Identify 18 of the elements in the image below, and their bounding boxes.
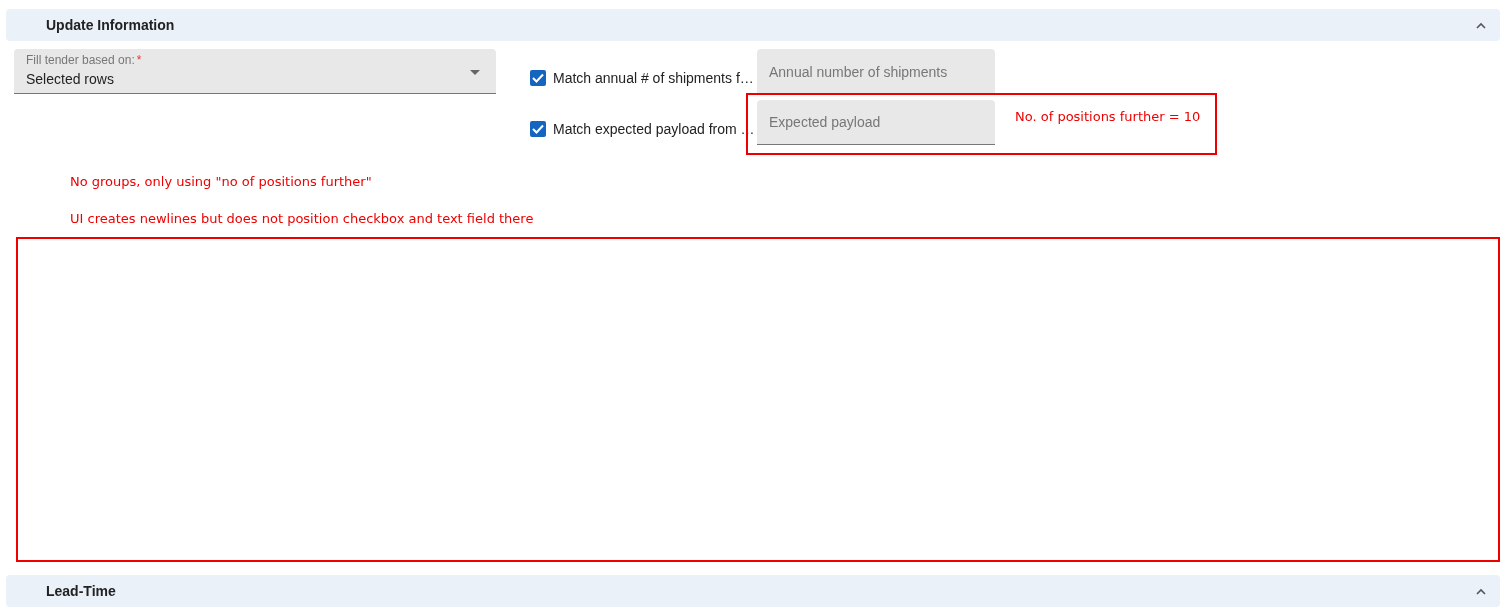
text-field[interactable]: Annual number of shipments	[757, 49, 995, 94]
chevron-up-icon[interactable]	[1476, 587, 1486, 595]
select-label: Fill tender based on: *	[26, 53, 143, 67]
checkbox[interactable]	[530, 70, 546, 86]
section-header[interactable]: Update Information	[6, 9, 1500, 41]
chevron-up-icon[interactable]	[1476, 21, 1486, 29]
checkbox-label: Match annual # of shipments f…	[553, 70, 754, 86]
select-value: Selected rows	[26, 71, 114, 87]
annotation-text: UI creates newlines but does not position checkbox and text field there	[70, 211, 535, 226]
section-header[interactable]: Lead-Time	[6, 575, 1500, 607]
text-field[interactable]: Expected payload	[757, 100, 995, 145]
section-title: Lead-Time	[46, 583, 116, 599]
fill-tender-select[interactable]: Fill tender based on: * Selected rows	[14, 49, 496, 94]
section-title: Update Information	[46, 17, 175, 33]
annotation-text: No. of positions further = 10	[1015, 109, 1201, 124]
annotation-text: No groups, only using "no of positions further"	[70, 174, 373, 189]
caret-icon	[470, 70, 480, 75]
checkbox[interactable]	[530, 121, 546, 137]
